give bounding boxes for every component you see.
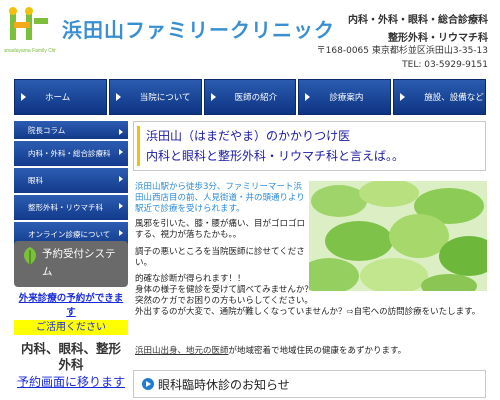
paragraph-local-doctor: 浜田山出身、地元の医師が地域密着で地域住民の健康をあずかります。 xyxy=(135,346,487,357)
sidebar-item-label: 眼科 xyxy=(28,176,43,185)
sidebar-item-label: 院長コラム xyxy=(28,125,66,135)
paragraph-consult: 調子の悪いところを当院医師に診せてください。 xyxy=(135,247,305,268)
arrow-right-icon xyxy=(21,93,26,101)
arrow-right-icon xyxy=(119,203,123,209)
nav-doctors-label: 医師の紹介 xyxy=(234,93,278,103)
sidebar-nav: 院長コラム 内科・外科・総合診療科 眼科 整形外科・リウマチ科 オンライン診療に… xyxy=(14,121,128,249)
arrow-right-icon xyxy=(119,129,123,135)
headline-line2: 内科と眼科と整形外科・リウマチ科と言えば。。 xyxy=(146,149,405,163)
main-headline-box: 浜田山（はまだやま）のかかりつけ医 内科と眼科と整形外科・リウマチ科と言えば。。 xyxy=(133,121,486,171)
arrow-right-icon xyxy=(115,93,121,101)
leaf-icon xyxy=(24,247,36,265)
sidebar-item-column[interactable]: 院長コラム xyxy=(14,121,128,141)
svg-text:Hamadayama Family Clinic: Hamadayama Family Clinic xyxy=(4,48,56,54)
clinic-name[interactable]: 浜田山ファミリークリニック xyxy=(62,14,335,43)
nav-about-label: 当院について xyxy=(139,93,191,103)
reservation-info: 外来診療の予約ができま す xyxy=(14,292,128,320)
nav-facilities[interactable]: 施設、設備など xyxy=(393,79,486,115)
paragraph-symptoms: 風邪を引いた、膝・腰が痛い、目がゴロゴロする、視力が落ちたかも。。 xyxy=(135,219,306,240)
sidebar-item-ophthalmology[interactable]: 眼科 xyxy=(14,168,128,195)
reservation-link[interactable]: 予約画面に移ります xyxy=(14,373,128,390)
headline-line1: 浜田山（はまだやま）のかかりつけ医 xyxy=(146,129,351,143)
clinic-logo[interactable]: Hamadayama Family Clinic xyxy=(0,6,61,62)
sidebar-item-label: オンライン診療について xyxy=(28,230,111,239)
arrow-right-icon xyxy=(305,93,311,101)
reservation-departments-line1: 内科、眼科、整形 xyxy=(20,341,121,356)
reservation-departments-line2: 外科 xyxy=(58,357,84,372)
paragraph-services: 身体の様子を健診を受けて調べてみませんか？ 突然のケガでお困りの方もいらしてくだ… xyxy=(135,285,481,317)
reservation-departments: 内科、眼科、整形 外科 xyxy=(14,341,128,373)
nav-services[interactable]: 診療案内 xyxy=(298,79,392,115)
arrow-right-icon xyxy=(119,176,123,182)
nav-home[interactable]: ホーム xyxy=(14,79,107,115)
notice-box[interactable]: 眼科臨時休診のお知らせ xyxy=(133,370,486,398)
paragraph-diagnosis: 的確な診断が得られます！！ xyxy=(135,274,246,284)
address-text: 〒168-0065 東京都杉並区浜田山3-35-13 xyxy=(316,46,488,56)
header-address: 〒168-0065 東京都杉並区浜田山3-35-13 TEL: 03-5929-… xyxy=(288,44,488,72)
sidebar-item-label: 内科・外科・総合診療科 xyxy=(28,149,111,158)
header-departments: 内科・外科・眼科・総合診療科 整形外科・リウマチ科 xyxy=(308,12,488,48)
local-doctor-highlight: 浜田山出身、地元の医師 xyxy=(135,346,229,356)
arrow-right-icon xyxy=(210,93,216,101)
phone-number[interactable]: TEL: 03-5929-9151 xyxy=(288,58,488,72)
notice-title[interactable]: 眼科臨時休診のお知らせ xyxy=(158,376,290,393)
reservation-title: 予約受付システム xyxy=(42,248,116,278)
arrow-circle-icon xyxy=(142,378,154,390)
intro-text: 浜田山駅から徒歩3分、ファミリーマート浜田山西店目の前、人見街道・井の頭通りより… xyxy=(135,182,305,214)
nav-doctors[interactable]: 医師の紹介 xyxy=(203,79,297,115)
global-nav: ホーム 当院について 医師の紹介 診療案内 施設、設備など xyxy=(14,79,486,115)
arrow-right-icon xyxy=(119,230,123,236)
header-departments-line1: 内科・外科・眼科・総合診療科 xyxy=(348,15,488,26)
reservation-note: ご活用ください xyxy=(14,320,128,335)
reservation-info-line1: 外来診療の予約ができま xyxy=(18,293,124,304)
nav-services-label: 診療案内 xyxy=(329,93,364,103)
reservation-info-line2: す xyxy=(66,307,76,318)
sidebar-item-internal-medicine[interactable]: 内科・外科・総合診療科 xyxy=(14,141,128,168)
sidebar-item-label: 整形外科・リウマチ科 xyxy=(28,203,103,212)
sidebar-item-orthopedics[interactable]: 整形外科・リウマチ科 xyxy=(14,195,128,222)
reservation-banner[interactable]: 予約受付システム xyxy=(14,241,128,287)
nav-facilities-label: 施設、設備など xyxy=(424,93,484,103)
nav-home-label: ホーム xyxy=(45,93,71,103)
arrow-right-icon xyxy=(400,93,406,101)
nav-about[interactable]: 当院について xyxy=(108,79,202,115)
arrow-right-icon xyxy=(119,149,123,155)
local-doctor-rest: が地域密着で地域住民の健康をあずかります。 xyxy=(228,346,407,356)
